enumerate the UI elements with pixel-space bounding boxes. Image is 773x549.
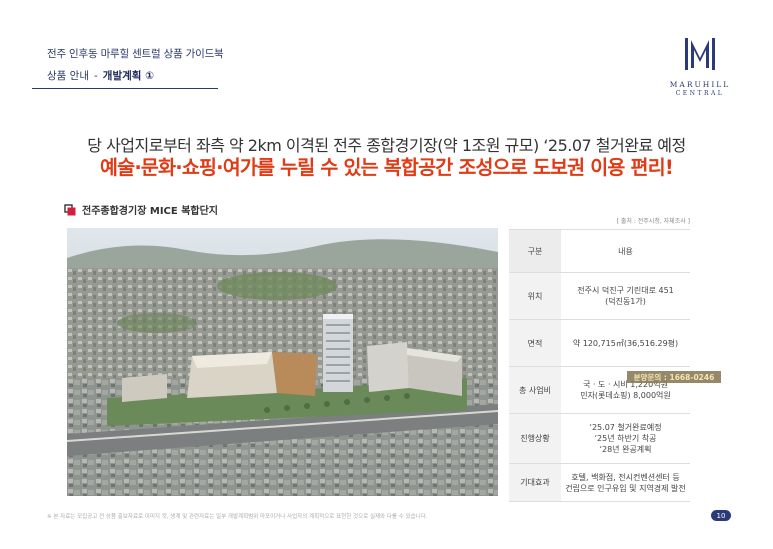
table-row: 면적 약 120,715㎡(36,516.29평) xyxy=(509,320,690,367)
table-header-cell: 총 사업비 xyxy=(509,367,561,413)
brand-logo: MARUHILL CENTRAL xyxy=(664,34,736,97)
overlapping-squares-icon xyxy=(64,203,76,215)
table-value-line: 민자(롯데쇼핑) 8,000억원 xyxy=(580,391,671,400)
table-value-cell: ‘25.07 철거완료예정 ‘25년 하반기 착공 ‘28년 완공계획 xyxy=(561,414,690,463)
source-note: [ 출처 : 전주시청, 자체조사 ] xyxy=(616,218,690,225)
footnote: ※ 본 자료는 모집공고 전 상품 홍보자료로 이미지 컷, 생계 및 관련자료… xyxy=(47,514,428,520)
breadcrumb: 상품 안내 - 개발계획 ① xyxy=(47,68,154,83)
table-value-line: ‘28년 완공계획 xyxy=(599,445,652,454)
header-divider xyxy=(32,88,218,89)
table-value-line: (덕진동1가) xyxy=(605,297,646,306)
section-title: 전주종합경기장 MICE 복합단지 xyxy=(64,202,218,217)
subheadline: 예술·문화·쇼핑·여가를 누릴 수 있는 복합공간 조성으로 도보권 이용 편리… xyxy=(100,156,674,179)
sales-inquiry-badge: 분양문의 : 1668-0246 xyxy=(627,371,721,383)
table-value-line: ‘25년 하반기 착공 xyxy=(594,434,657,443)
aerial-rendering-image xyxy=(67,228,498,496)
section-title-text: 전주종합경기장 MICE 복합단지 xyxy=(82,206,219,217)
table-value-cell: 약 120,715㎡(36,516.29평) xyxy=(561,320,690,366)
table-value-line: 호텔, 백화점, 전시컨벤션센터 등 xyxy=(571,472,680,482)
header-subtitle: 전주 인후동 마루힐 센트럴 상품 가이드북 xyxy=(47,48,224,60)
table-value-cell: 호텔, 백화점, 전시컨벤션센터 등 건립으로 인구유입 및 지역경제 발전 xyxy=(561,464,690,501)
table-header-cell: 진행상황 xyxy=(509,414,561,463)
table-header-cell: 구분 xyxy=(509,230,561,272)
maruhill-logo-icon xyxy=(685,38,715,70)
table-header-cell: 기대효과 xyxy=(509,464,561,501)
logo-name: MARUHILL xyxy=(669,80,731,89)
info-table: 구분 내용 위치 전주시 덕진구 기린대로 451 (덕진동1가) 면적 약 1… xyxy=(509,229,690,502)
breadcrumb-parent: 상품 안내 xyxy=(47,70,89,82)
table-row: 구분 내용 xyxy=(509,230,690,273)
logo-subname: CENTRAL xyxy=(675,90,725,97)
breadcrumb-current: 개발계획 ① xyxy=(102,70,154,82)
table-header-cell: 면적 xyxy=(509,320,561,366)
table-value-line: ‘25.07 철거완료예정 xyxy=(589,423,662,432)
table-row: 기대효과 호텔, 백화점, 전시컨벤션센터 등 건립으로 인구유입 및 지역경제… xyxy=(509,464,690,502)
table-value-cell: 전주시 덕진구 기린대로 451 (덕진동1가) xyxy=(561,273,690,319)
table-row: 위치 전주시 덕진구 기린대로 451 (덕진동1가) xyxy=(509,273,690,320)
table-value-line: 전주시 덕진구 기린대로 451 xyxy=(577,286,674,295)
table-value-line: 내용 xyxy=(618,246,633,256)
page-number: 10 xyxy=(711,510,731,521)
table-header-cell: 위치 xyxy=(509,273,561,319)
table-value-line: 건립으로 인구유입 및 지역경제 발전 xyxy=(565,483,686,493)
breadcrumb-separator: - xyxy=(93,69,98,82)
table-row: 진행상황 ‘25.07 철거완료예정 ‘25년 하반기 착공 ‘28년 완공계획 xyxy=(509,414,690,464)
table-value-line: 약 120,715㎡(36,516.29평) xyxy=(572,338,679,348)
table-value-cell: 내용 xyxy=(561,230,690,272)
